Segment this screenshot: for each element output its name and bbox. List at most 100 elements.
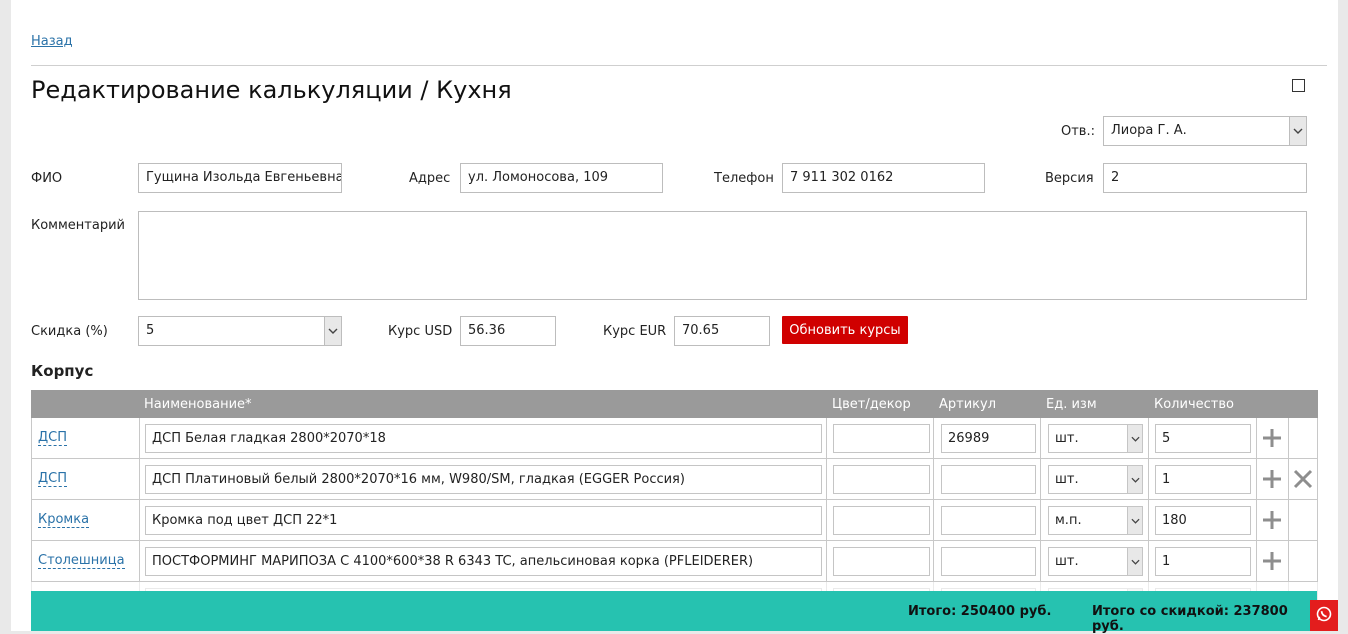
row-type-link[interactable]: ДСП xyxy=(38,471,68,487)
row-qty-field[interactable]: 1 xyxy=(1155,465,1251,494)
col-color-header: Цвет/декор xyxy=(832,397,911,412)
row-unit-select[interactable]: шт. xyxy=(1048,547,1143,576)
divider xyxy=(31,65,1327,66)
cell-divider xyxy=(1148,541,1149,582)
fio-field[interactable]: Гущина Изольда Евгеньевна xyxy=(138,163,342,193)
cell-divider xyxy=(826,418,827,459)
refresh-rates-button[interactable]: Обновить курсы xyxy=(782,316,908,344)
cell-divider xyxy=(826,459,827,500)
cell-divider xyxy=(933,541,934,582)
calculation-page: Назад Редактирование калькуляции / Кухня… xyxy=(11,0,1338,631)
table-row: ДСП ДСП Платиновый белый 2800*2070*16 мм… xyxy=(31,459,1318,500)
row-qty-field[interactable]: 180 xyxy=(1155,506,1251,535)
discount-select[interactable]: 5 xyxy=(138,316,342,346)
row-name-field[interactable]: ДСП Платиновый белый 2800*2070*16 мм, W9… xyxy=(145,465,822,494)
cell-divider xyxy=(1148,418,1149,459)
comment-label: Комментарий xyxy=(31,218,125,233)
chevron-down-icon xyxy=(1127,466,1142,493)
plus-icon[interactable] xyxy=(1262,551,1282,571)
cell-divider xyxy=(826,541,827,582)
cell-divider xyxy=(139,541,140,582)
discount-label: Скидка (%) xyxy=(31,324,108,339)
cell-divider xyxy=(933,418,934,459)
table-header: Наименование* Цвет/декор Артикул Ед. изм… xyxy=(31,390,1318,418)
address-field[interactable]: ул. Ломоносова, 109 xyxy=(460,163,663,193)
chevron-down-icon xyxy=(1127,507,1142,534)
row-type-link[interactable]: Кромка xyxy=(38,512,90,528)
close-icon[interactable] xyxy=(1293,469,1313,489)
row-color-field[interactable] xyxy=(833,465,930,494)
row-color-field[interactable] xyxy=(833,547,930,576)
cell-divider xyxy=(1040,541,1041,582)
cell-divider xyxy=(1256,500,1257,541)
row-unit-select[interactable]: м.п. xyxy=(1048,506,1143,535)
address-label: Адрес xyxy=(409,171,451,186)
row-type-link[interactable]: Столешница xyxy=(38,553,125,569)
row-name-field[interactable]: Кромка под цвет ДСП 22*1 xyxy=(145,506,822,535)
row-unit-select[interactable]: шт. xyxy=(1048,465,1143,494)
row-type-link[interactable]: ДСП xyxy=(38,430,68,446)
row-color-field[interactable] xyxy=(833,424,930,453)
eur-rate-field[interactable]: 70.65 xyxy=(674,316,770,346)
cell-divider xyxy=(1288,459,1289,500)
cell-divider xyxy=(826,500,827,541)
top-checkbox[interactable] xyxy=(1292,79,1305,92)
table-row: ДСП ДСП Белая гладкая 2800*2070*18 26989… xyxy=(31,418,1318,459)
chevron-down-icon xyxy=(1289,117,1306,145)
row-color-field[interactable] xyxy=(833,506,930,535)
phone-label: Телефон xyxy=(714,171,774,186)
cell-divider xyxy=(1148,500,1149,541)
page-title: Редактирование калькуляции / Кухня xyxy=(31,76,512,104)
table-row: Кромка Кромка под цвет ДСП 22*1 м.п. 180 xyxy=(31,500,1318,541)
cell-divider xyxy=(1288,500,1289,541)
col-unit-header: Ед. изм xyxy=(1046,397,1097,412)
table-row: Столешница ПОСТФОРМИНГ МАРИПОЗА С 4100*6… xyxy=(31,541,1318,582)
col-name-header: Наименование* xyxy=(144,397,252,412)
total-amount: Итого: 250400 руб. xyxy=(908,604,1052,619)
responsible-label: Отв.: xyxy=(1061,124,1095,139)
cell-divider xyxy=(933,459,934,500)
col-article-header: Артикул xyxy=(939,397,997,412)
plus-icon[interactable] xyxy=(1262,510,1282,530)
row-article-field[interactable] xyxy=(941,465,1036,494)
plus-icon[interactable] xyxy=(1262,428,1282,448)
phone-field[interactable]: 7 911 302 0162 xyxy=(782,163,985,193)
chevron-down-icon xyxy=(1127,548,1142,575)
cell-divider xyxy=(1040,418,1041,459)
cell-divider xyxy=(139,459,140,500)
col-qty-header: Количество xyxy=(1154,397,1234,412)
row-unit-value: шт. xyxy=(1055,472,1079,487)
usd-rate-field[interactable]: 56.36 xyxy=(460,316,556,346)
row-unit-select[interactable]: шт. xyxy=(1048,424,1143,453)
back-link[interactable]: Назад xyxy=(31,34,73,49)
chevron-down-icon xyxy=(1127,425,1142,452)
eur-label: Курс EUR xyxy=(603,324,667,339)
cell-divider xyxy=(1040,459,1041,500)
row-unit-value: шт. xyxy=(1055,554,1079,569)
comment-textarea[interactable] xyxy=(138,211,1307,300)
row-unit-value: м.п. xyxy=(1055,513,1082,528)
cell-divider xyxy=(1256,418,1257,459)
row-name-field[interactable]: ПОСТФОРМИНГ МАРИПОЗА С 4100*600*38 R 634… xyxy=(145,547,822,576)
version-field[interactable]: 2 xyxy=(1103,163,1307,193)
cell-divider xyxy=(1148,459,1149,500)
total-discount-amount: Итого со скидкой: 237800 руб. xyxy=(1092,604,1288,634)
cell-divider xyxy=(1288,541,1289,582)
row-article-field[interactable]: 26989 xyxy=(941,424,1036,453)
row-article-field[interactable] xyxy=(941,547,1036,576)
row-unit-value: шт. xyxy=(1055,431,1079,446)
usd-label: Курс USD xyxy=(388,324,453,339)
whatsapp-button[interactable] xyxy=(1310,600,1338,631)
plus-icon[interactable] xyxy=(1262,469,1282,489)
items-table: Наименование* Цвет/декор Артикул Ед. изм… xyxy=(31,390,1318,623)
responsible-select[interactable]: Лиора Г. А. xyxy=(1103,116,1307,146)
totals-bar: Итого: 250400 руб. Итого со скидкой: 237… xyxy=(31,591,1317,634)
cell-divider xyxy=(933,500,934,541)
cell-divider xyxy=(139,418,140,459)
fio-label: ФИО xyxy=(31,171,63,186)
row-article-field[interactable] xyxy=(941,506,1036,535)
row-name-field[interactable]: ДСП Белая гладкая 2800*2070*18 xyxy=(145,424,822,453)
cell-divider xyxy=(1040,500,1041,541)
row-qty-field[interactable]: 1 xyxy=(1155,547,1251,576)
row-qty-field[interactable]: 5 xyxy=(1155,424,1251,453)
